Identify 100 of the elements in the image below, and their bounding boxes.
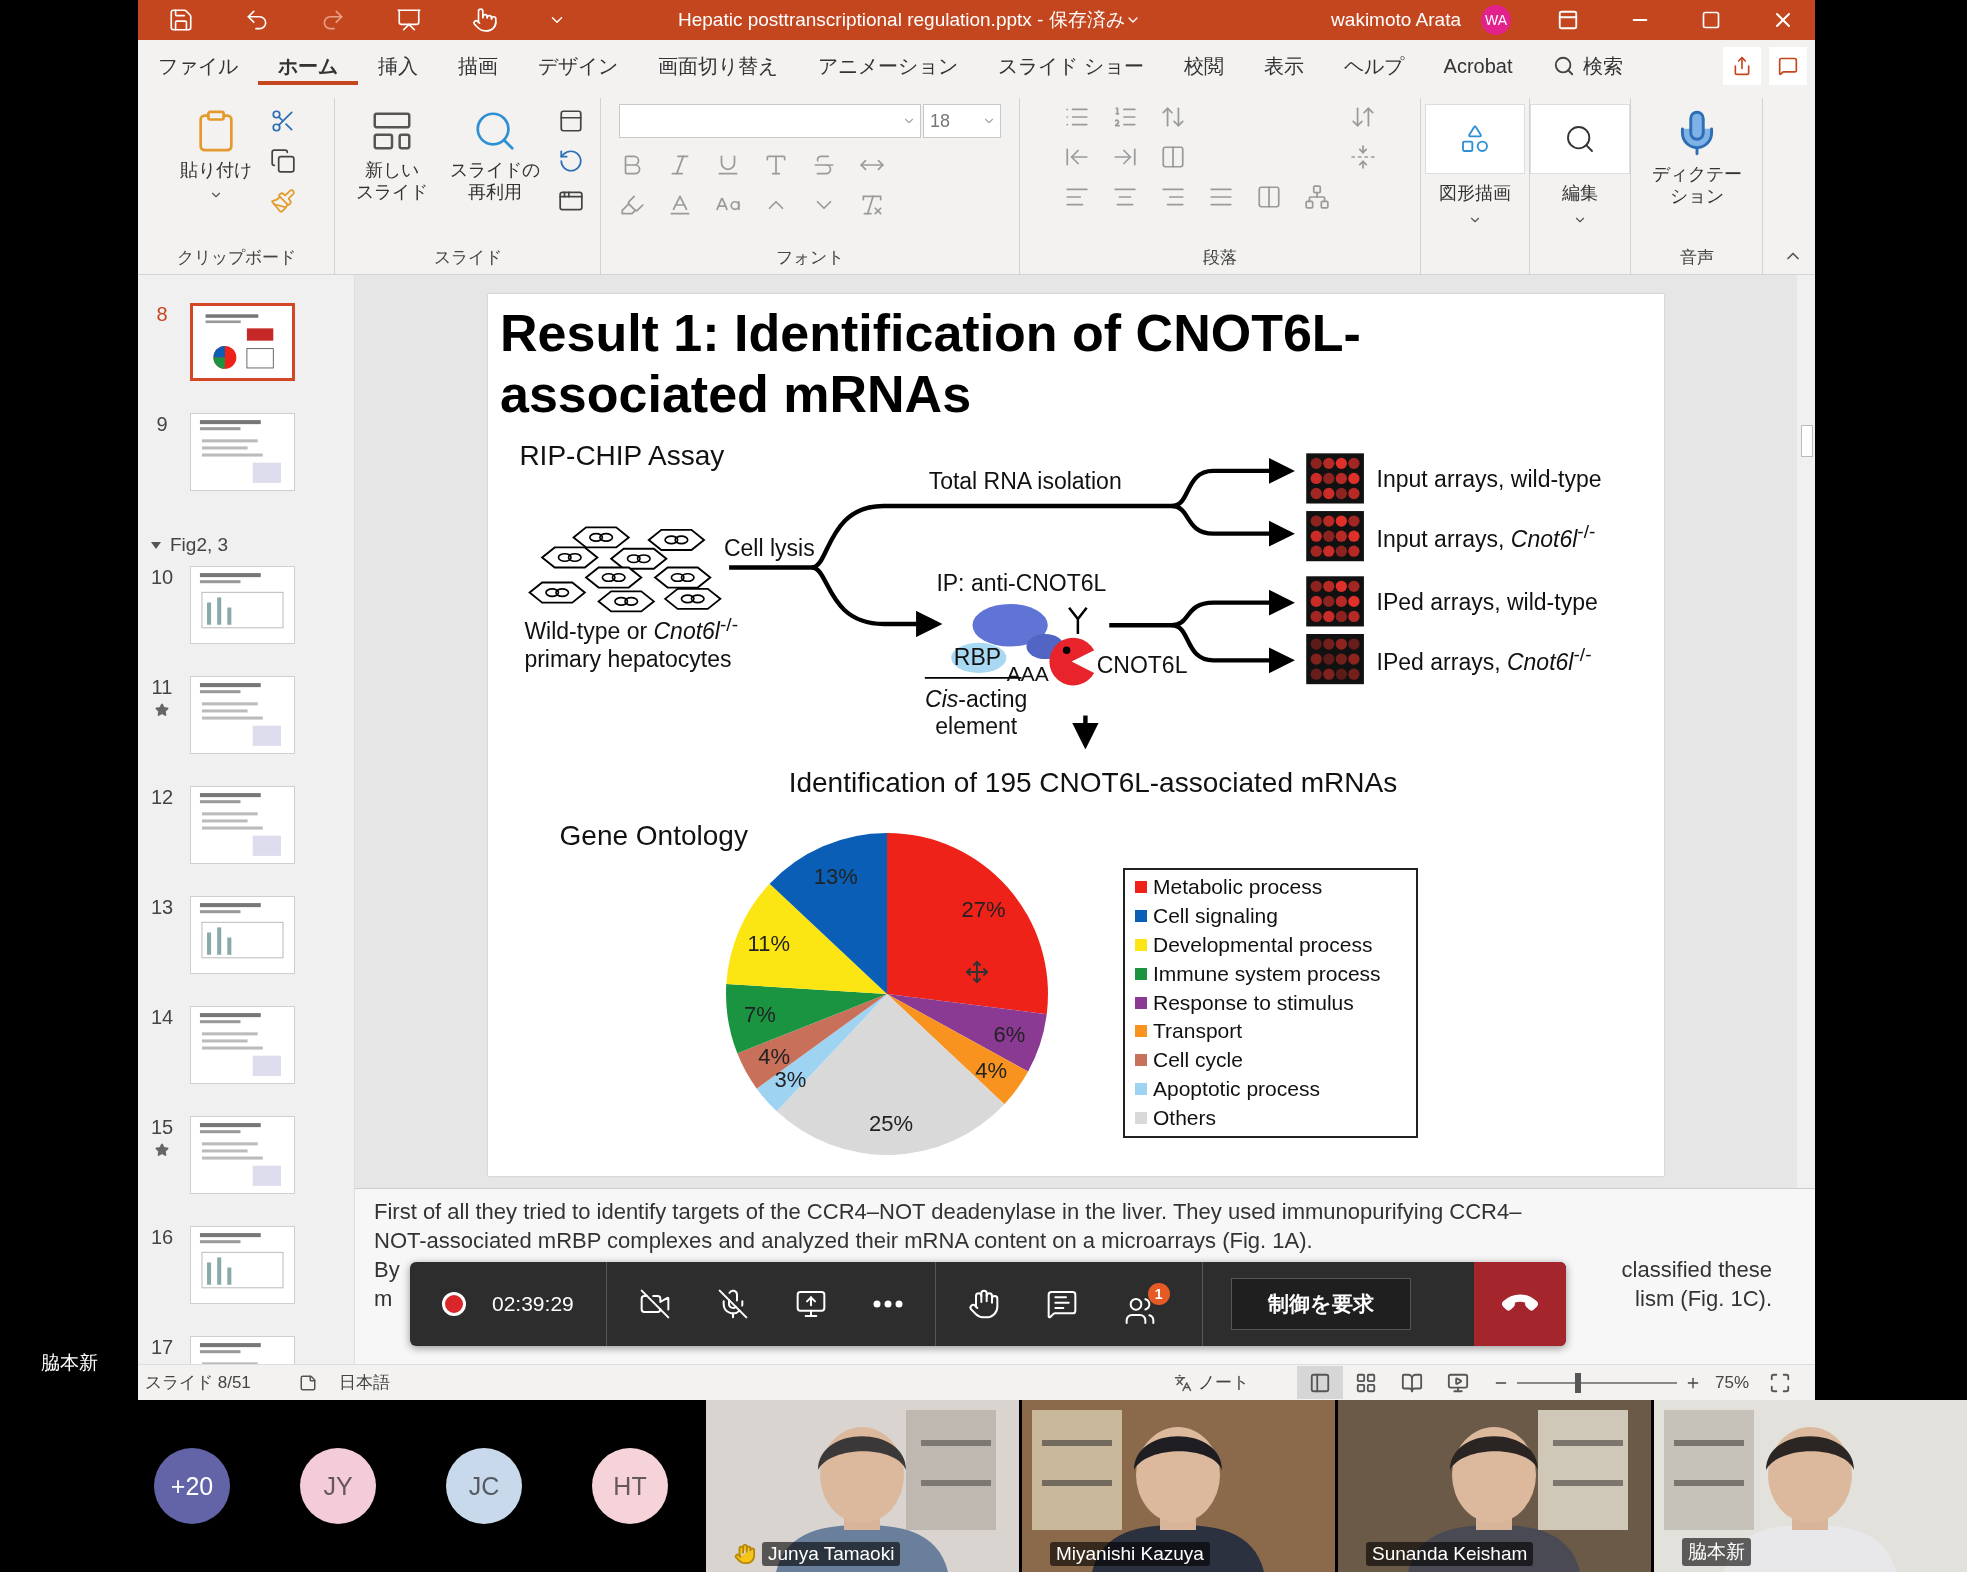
ribbon-tab[interactable]: 描画 <box>438 47 518 85</box>
share-button[interactable] <box>794 1288 827 1320</box>
comment-icon <box>1778 56 1798 76</box>
ribbon-tab[interactable]: 画面切り替え <box>638 47 798 85</box>
notes-toggle[interactable]: ノート <box>1197 1371 1249 1394</box>
notification-badge: 1 <box>1147 1283 1170 1305</box>
people-icon <box>1123 1295 1156 1327</box>
assay-title: RIP-CHIP Assay <box>519 439 725 473</box>
notes-text[interactable]: classified these <box>1621 1255 1772 1284</box>
search-field[interactable]: 検索 <box>1532 47 1643 85</box>
slide-number: 8 <box>156 303 168 326</box>
scrollbar[interactable] <box>1797 275 1815 1188</box>
align-text-icon[interactable] <box>1350 144 1376 170</box>
participant-avatar[interactable]: JY <box>300 1448 376 1524</box>
notes-text[interactable]: NOT-associated mRBP complexes and analyzed their mRNA content on a microarrays (Fig. 1A). <box>374 1226 1815 1255</box>
ribbon-tab[interactable]: ファイル <box>138 47 258 85</box>
participant-avatar[interactable]: JC <box>446 1448 522 1524</box>
layout-icon[interactable] <box>557 108 584 134</box>
slide-thumbnail[interactable] <box>190 303 295 381</box>
more-icon <box>872 1300 903 1308</box>
language-label[interactable]: 日本語 <box>338 1371 390 1394</box>
more-button[interactable] <box>872 1300 903 1308</box>
user-avatar[interactable]: WA <box>1481 5 1511 35</box>
smartart-icon[interactable] <box>1304 184 1330 210</box>
reset-icon[interactable] <box>557 148 584 174</box>
comments-button[interactable] <box>1769 47 1807 85</box>
notes-text[interactable]: m <box>374 1284 393 1313</box>
fit-icon[interactable] <box>1769 1371 1791 1394</box>
line-spacing-icon[interactable] <box>1160 104 1186 130</box>
array-drawing <box>1306 511 1364 562</box>
search-icon <box>1552 55 1575 77</box>
dictation-button[interactable]: ディクテー ション <box>1647 104 1746 212</box>
protein-label: RBP <box>953 644 1002 672</box>
value-label: 4% <box>975 1057 1008 1083</box>
font-name-field[interactable] <box>619 104 921 138</box>
participants-button[interactable]: 1 <box>1123 1281 1170 1327</box>
step-label: Total RNA isolation <box>928 468 1122 496</box>
clear-format-icon[interactable] <box>859 192 885 218</box>
notes-text[interactable]: First of all they tried to identify targets of the CCR4–NOT deadenylase in the liver. They used immunopurifying CCR4– <box>374 1197 1815 1226</box>
command-label[interactable]: 図形描画 <box>1439 182 1511 205</box>
copy-icon[interactable] <box>270 148 296 174</box>
move-cursor-icon <box>965 960 989 984</box>
camera-button[interactable] <box>638 1288 671 1320</box>
ribbon-tab[interactable]: アニメーション <box>798 47 978 85</box>
ribbon-tab[interactable]: 挿入 <box>358 47 438 85</box>
ribbon-tab[interactable]: 表示 <box>1243 47 1324 85</box>
legend-label: Transport <box>1153 1019 1243 1044</box>
save-icon[interactable] <box>168 7 194 33</box>
group-label: 音声 <box>1679 246 1714 269</box>
mic-off-icon <box>716 1288 749 1320</box>
mic-button[interactable] <box>716 1288 749 1320</box>
step-label: Cell lysis <box>723 535 815 563</box>
share-screen-icon <box>794 1288 827 1320</box>
participant-avatar[interactable]: +20 <box>154 1448 230 1524</box>
ribbon-tab[interactable]: デザイン <box>518 47 638 85</box>
normal-view-button[interactable] <box>1296 1366 1343 1399</box>
touch-icon[interactable] <box>472 7 498 33</box>
new-slide-button[interactable]: 新しい スライド <box>351 104 432 208</box>
element-caption: Cis-acting element <box>925 686 1028 741</box>
notes-text[interactable]: lism (Fig. 1C). <box>1635 1284 1772 1313</box>
ribbon-tab[interactable]: ヘルプ <box>1323 47 1424 85</box>
columns-icon[interactable] <box>1160 144 1186 170</box>
ribbon-tab[interactable]: スライド ショー <box>978 47 1164 85</box>
window-title[interactable]: Hepatic posttranscriptional regulation.pptx - 保存済み <box>678 7 1125 33</box>
presentation-icon[interactable] <box>396 7 422 33</box>
ribbon-tab[interactable]: Acrobat <box>1423 47 1533 85</box>
user-name[interactable]: wakimoto Arata <box>1331 9 1461 31</box>
group-label: スライド <box>433 246 502 269</box>
raise-hand-button[interactable] <box>967 1288 1000 1320</box>
font-size-field[interactable]: 18 <box>923 104 1001 138</box>
reuse-slides-button[interactable]: スライドの 再利用 <box>445 104 544 208</box>
numbered-list-icon[interactable] <box>1112 104 1138 130</box>
section-label[interactable]: Fig2, 3 <box>170 533 229 556</box>
command-label[interactable]: 編集 <box>1562 182 1598 205</box>
search-button[interactable] <box>1530 104 1630 174</box>
zoom-level[interactable]: 75% <box>1714 1372 1749 1393</box>
participant-avatar[interactable]: HT <box>592 1448 668 1524</box>
ribbon-display-icon[interactable] <box>1557 9 1579 31</box>
text-direction-icon[interactable] <box>1350 104 1376 130</box>
group-label: 段落 <box>1203 246 1237 269</box>
chat-button[interactable] <box>1045 1288 1078 1320</box>
ribbon-tab[interactable]: ホーム <box>258 47 358 85</box>
group-label: フォント <box>776 246 844 269</box>
sequence-label: AAA <box>1006 661 1049 687</box>
section-icon[interactable] <box>557 188 584 214</box>
array-drawing <box>1306 576 1364 627</box>
participant-name: Miyanishi Kazuya <box>1050 1542 1210 1566</box>
step-label: IP: anti-CNOT6L <box>936 570 1107 598</box>
ribbon-tab[interactable]: 校閲 <box>1163 47 1244 85</box>
shapes-button[interactable] <box>1425 104 1525 174</box>
slide-title: Result 1: Identification of CNOT6L-associated mRNAs <box>500 303 1362 425</box>
request-control-button[interactable]: 制御を要求 <box>1230 1278 1411 1330</box>
hang-up-button[interactable] <box>1474 1262 1566 1346</box>
participant-name: 脇本新 <box>1682 1538 1751 1566</box>
paste-button[interactable]: 貼り付け <box>176 104 256 206</box>
notes-text[interactable]: By <box>374 1255 400 1284</box>
book-icon <box>1400 1371 1423 1394</box>
maximize-icon[interactable] <box>1701 10 1721 30</box>
array-drawing <box>1306 453 1364 504</box>
slide-counter: スライド 8/51 <box>145 1372 251 1394</box>
